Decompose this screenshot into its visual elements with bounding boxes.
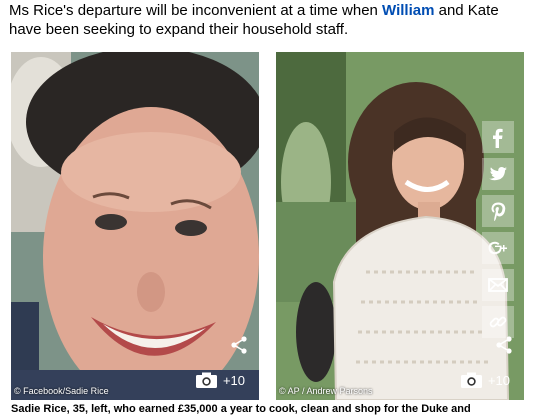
pinterest-icon [491, 202, 506, 221]
article-text-before: Ms Rice's departure will be inconvenient… [9, 2, 383, 19]
pinterest-share-button[interactable] [482, 195, 514, 227]
gallery-button[interactable]: +10 [460, 372, 510, 388]
twitter-share-button[interactable] [482, 158, 514, 190]
facebook-share-button[interactable] [482, 121, 514, 153]
copy-link-button[interactable] [482, 306, 514, 338]
facebook-icon [493, 128, 503, 148]
sadie-rice-photo[interactable]: © Facebook/Sadie Rice +10 [11, 52, 259, 400]
email-icon [488, 278, 508, 292]
link-icon [489, 316, 507, 328]
article-paragraph: Ms Rice's departure will be inconvenient… [9, 1, 529, 39]
sadie-rice-image [11, 52, 259, 400]
photo-caption: Sadie Rice, 35, left, who earned £35,000… [11, 403, 471, 415]
camera-icon [460, 372, 482, 388]
twitter-icon [489, 167, 507, 181]
photo-credit: © Facebook/Sadie Rice [14, 386, 109, 396]
social-share-bar [482, 121, 514, 343]
gallery-count: +10 [487, 372, 510, 388]
google-plus-icon [488, 241, 507, 255]
share-icon[interactable] [229, 335, 249, 355]
gallery-count: +10 [222, 372, 245, 388]
email-share-button[interactable] [482, 269, 514, 301]
gallery-button[interactable]: +10 [195, 372, 245, 388]
photo-credit: © AP / Andrew Parsons [279, 386, 373, 396]
google-plus-share-button[interactable] [482, 232, 514, 264]
william-link[interactable]: William [382, 2, 434, 19]
camera-icon [195, 372, 217, 388]
